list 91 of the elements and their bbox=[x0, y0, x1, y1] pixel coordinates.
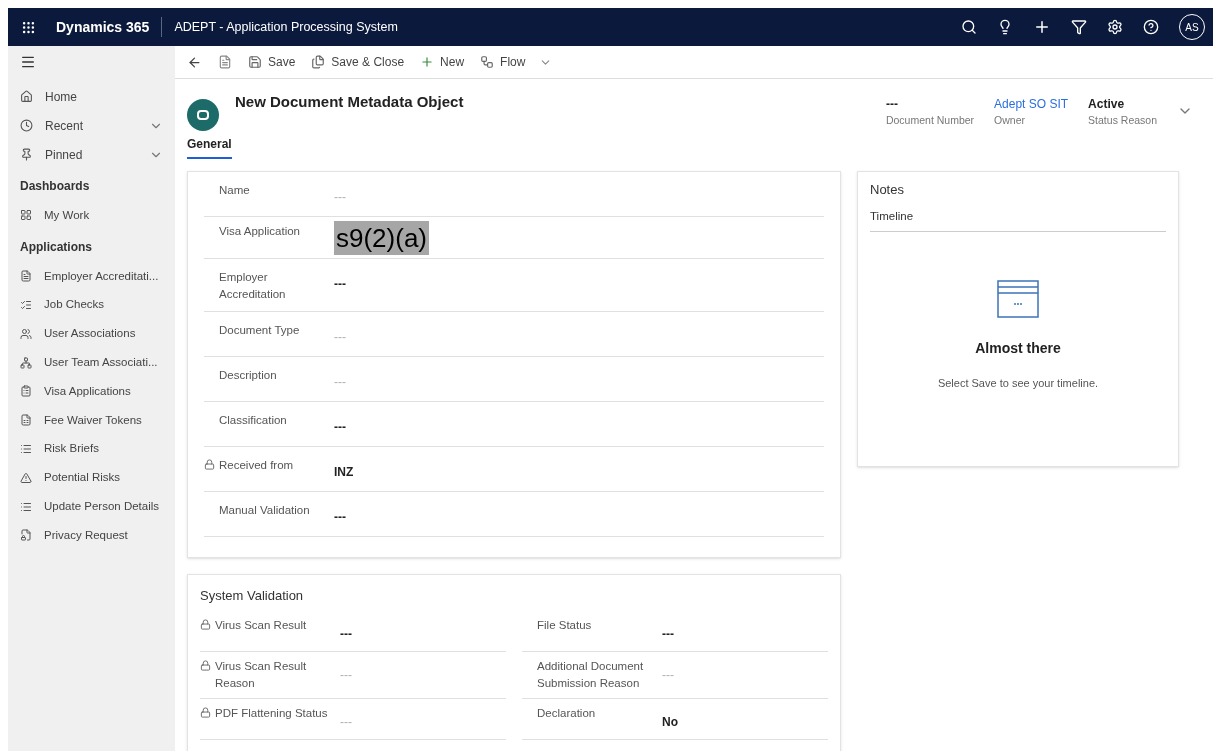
empty-state-title: Almost there bbox=[975, 338, 1061, 358]
sidebar-item[interactable]: Job Checks bbox=[8, 290, 175, 320]
flow-button[interactable]: Flow bbox=[480, 53, 553, 71]
plus-icon[interactable] bbox=[1033, 18, 1051, 36]
documents-icon bbox=[311, 55, 326, 69]
warning-icon bbox=[20, 471, 32, 484]
field-label: Additional Document Submission Reason bbox=[537, 659, 645, 691]
field-label: Virus Scan Result bbox=[215, 618, 307, 633]
empty-state-text: Select Save to see your timeline. bbox=[937, 375, 1099, 391]
input-field[interactable]: --- bbox=[662, 666, 782, 684]
field-label: File Status bbox=[537, 618, 592, 633]
section-title: System Validation bbox=[200, 588, 304, 603]
field-label: PDF Flattening Status bbox=[215, 706, 328, 721]
field-value: --- bbox=[334, 277, 346, 291]
field-label: Declaration bbox=[537, 706, 596, 721]
sidebar-item[interactable]: Risk Briefs bbox=[8, 434, 175, 464]
input-field[interactable]: --- bbox=[334, 328, 454, 346]
document-icon bbox=[20, 270, 32, 283]
header-value[interactable]: Adept SO SIT bbox=[994, 95, 1069, 113]
sidebar-item[interactable]: Home bbox=[8, 82, 175, 111]
sidebar-item[interactable]: My Work bbox=[8, 201, 175, 230]
sidebar-item[interactable]: Privacy Request bbox=[8, 520, 175, 550]
list-icon bbox=[20, 442, 32, 455]
plus-icon bbox=[420, 55, 435, 69]
pin-icon bbox=[20, 148, 33, 161]
menu-icon[interactable] bbox=[20, 54, 36, 70]
locked-document-icon bbox=[20, 529, 32, 542]
timeline-tab[interactable]: Timeline bbox=[870, 207, 1166, 232]
sidebar-group-title: Applications bbox=[19, 238, 93, 256]
field-label: Visa Application bbox=[219, 224, 300, 239]
field-label: Name bbox=[219, 183, 250, 198]
home-icon bbox=[20, 90, 33, 103]
lightbulb-icon[interactable] bbox=[997, 19, 1013, 35]
save-button[interactable]: Save bbox=[248, 53, 296, 71]
field-value: --- bbox=[334, 420, 346, 434]
header-label: Owner bbox=[994, 113, 1026, 128]
flow-icon bbox=[480, 55, 495, 69]
record-title: New Document Metadata Object bbox=[235, 92, 464, 112]
input-field[interactable]: --- bbox=[334, 188, 454, 206]
field-value: --- bbox=[334, 510, 346, 524]
notes-title: Notes bbox=[870, 181, 905, 199]
sidebar-item[interactable]: Employer Accreditati... bbox=[8, 261, 175, 291]
field-value: --- bbox=[662, 627, 674, 641]
header-label: Status Reason bbox=[1088, 113, 1157, 128]
field-value: No bbox=[662, 715, 678, 729]
input-field[interactable]: --- bbox=[340, 666, 460, 684]
sidebar-item[interactable]: User Associations bbox=[8, 319, 175, 349]
field-label: Description bbox=[219, 368, 277, 383]
filter-icon[interactable] bbox=[1071, 19, 1087, 35]
spreadsheet-icon bbox=[20, 414, 32, 427]
sidebar-item[interactable]: Fee Waiver Tokens bbox=[8, 405, 175, 435]
field-label: Classification bbox=[219, 413, 287, 428]
field-value: --- bbox=[340, 627, 352, 641]
help-icon[interactable] bbox=[1143, 19, 1159, 35]
clock-icon bbox=[20, 119, 33, 132]
sidebar-item[interactable]: User Team Associati... bbox=[8, 348, 175, 377]
input-field[interactable]: --- bbox=[334, 373, 454, 391]
form-tab[interactable]: General bbox=[187, 135, 232, 159]
clipboard-icon bbox=[20, 385, 32, 398]
sidebar-item[interactable]: Visa Applications bbox=[8, 377, 175, 406]
grid-icon bbox=[20, 209, 32, 222]
field-label: Received from bbox=[219, 458, 294, 473]
list-icon bbox=[20, 500, 32, 513]
header-value: --- bbox=[885, 96, 899, 113]
field-label: Manual Validation bbox=[219, 503, 310, 518]
back-icon[interactable] bbox=[187, 54, 202, 70]
redaction-block: s9(2)(a) bbox=[334, 221, 429, 255]
header-value: Active bbox=[1088, 96, 1126, 113]
checklist-icon bbox=[20, 299, 32, 311]
field-label: Employer Accreditation bbox=[219, 270, 287, 302]
network-icon bbox=[20, 356, 32, 369]
new-button[interactable]: New bbox=[420, 53, 465, 71]
field-label: Virus Scan Result Reason bbox=[215, 659, 308, 691]
search-icon[interactable] bbox=[961, 19, 977, 35]
record-avatar bbox=[187, 99, 219, 131]
product-name: Dynamics 365 bbox=[56, 17, 150, 37]
app-name: ADEPT - Application Processing System bbox=[174, 18, 398, 36]
settings-icon[interactable] bbox=[1107, 19, 1123, 35]
sidebar-item[interactable]: Recent bbox=[8, 111, 175, 140]
save-close-button[interactable]: Save & Close bbox=[311, 53, 405, 71]
field-value: INZ bbox=[334, 465, 354, 479]
sidebar-item[interactable]: Update Person Details bbox=[8, 492, 175, 521]
people-icon bbox=[20, 327, 32, 340]
header-label: Document Number bbox=[885, 113, 975, 128]
field-label: Document Type bbox=[219, 323, 300, 338]
sidebar-item[interactable]: Pinned bbox=[8, 140, 175, 169]
sidebar-group-title: Dashboards bbox=[19, 178, 91, 195]
sidebar-item[interactable]: Potential Risks bbox=[8, 463, 175, 493]
document-icon[interactable] bbox=[218, 55, 232, 69]
input-field[interactable]: --- bbox=[340, 713, 460, 731]
folder-icon bbox=[997, 279, 1039, 318]
